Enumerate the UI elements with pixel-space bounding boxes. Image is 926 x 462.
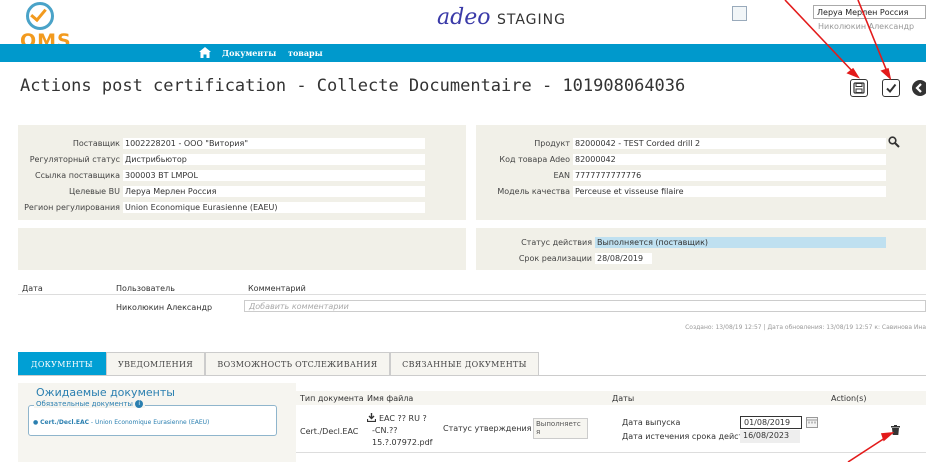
th-file-name: Имя файла: [367, 394, 414, 403]
approval-status: Выполняетс я: [533, 418, 588, 439]
product-value: 82000042 - TEST Corded drill 2: [573, 138, 886, 149]
trash-icon[interactable]: [891, 425, 900, 435]
regulatory-status-value: Дистрибьютор: [123, 154, 425, 165]
audit-line: Создано: 13/08/19 12:57 | Дата обновлени…: [685, 324, 926, 331]
row-divider: [296, 452, 926, 453]
th-actions: Action(s): [831, 394, 867, 403]
mandatory-docs-legend: Обязательные документы i: [34, 400, 146, 408]
page-title: Actions post certification - Collecte Do…: [20, 76, 686, 96]
mandatory-docs-label: Обязательные документы: [36, 400, 133, 408]
expiry-date-label: Дата истечения срока действия: [622, 432, 758, 441]
search-icon[interactable]: [888, 136, 900, 148]
ean-label: EAN: [553, 171, 570, 180]
comment-input[interactable]: Добавить комментарии: [244, 300, 926, 312]
validate-button[interactable]: [882, 79, 900, 97]
annotation-arrow-3: [847, 431, 895, 462]
check-icon: [886, 83, 897, 94]
doc-region: - Union Economique Eurasienne (EAEU): [89, 419, 210, 426]
deadline-value: 28/08/2019: [595, 253, 652, 264]
adeo-code-label: Код товара Adeo: [499, 155, 570, 164]
approval-status-line-1: Выполняетс: [536, 420, 581, 428]
target-bu-value: Леруа Мерлен Россия: [123, 186, 425, 197]
tab-notifications[interactable]: УВЕДОМЛЕНИЯ: [106, 352, 205, 375]
regulation-region-value: Union Economique Eurasienne (EAEU): [123, 202, 425, 213]
file-name-line-2[interactable]: -CN.??: [372, 426, 398, 435]
top-navbar: [0, 44, 926, 62]
target-bu-label: Целевые BU: [68, 187, 120, 196]
supplier-ref-value: 300003 BT LMPOL: [123, 170, 425, 181]
col-user: Пользователь: [116, 284, 175, 293]
approval-label: Статус утверждения: [443, 424, 532, 433]
th-dates: Даты: [612, 394, 635, 403]
ean-value: 7777777777776: [573, 170, 886, 181]
adeo-logo: adeo: [437, 5, 491, 30]
bu-select[interactable]: Леруа Мерлен Россия: [813, 5, 926, 19]
expiry-date-value: 16/08/2023: [740, 430, 800, 443]
row-doc-type: Cert./Decl.EAC: [300, 427, 359, 436]
expected-docs-title: Ожидаемые документы: [36, 386, 175, 399]
tab-documents[interactable]: ДОКУМЕНТЫ: [18, 352, 106, 375]
environment-label: STAGING: [497, 12, 566, 28]
empty-panel: [18, 228, 466, 270]
download-icon[interactable]: [367, 413, 376, 422]
comments-divider: [18, 294, 926, 295]
user-name: Николюкин Александр: [818, 22, 915, 31]
col-date: Дата: [22, 284, 43, 293]
deadline-label: Срок реализации: [518, 254, 592, 263]
action-status-value: Выполняется (поставщик): [595, 237, 886, 248]
supplier-ref-label: Ссылка поставщика: [35, 171, 120, 180]
quality-model-label: Модель качества: [497, 187, 570, 196]
tabs-divider: [18, 375, 926, 376]
supplier-value: 1002228201 - ООО "Витория": [123, 138, 425, 149]
supplier-label: Поставщик: [72, 139, 120, 148]
nav-products[interactable]: товары: [288, 48, 323, 58]
home-icon[interactable]: [199, 47, 211, 58]
file-name-line-1[interactable]: EAC ?? RU ?: [379, 414, 427, 423]
th-doc-type: Тип документа: [300, 394, 364, 403]
back-arrow-icon[interactable]: [912, 80, 926, 96]
issue-date-label: Дата выпуска: [622, 418, 681, 427]
tab-related-documents[interactable]: СВЯЗАННЫЕ ДОКУМЕНТЫ: [390, 352, 539, 375]
regulatory-status-label: Регуляторный статус: [29, 155, 120, 164]
approval-status-line-2: я: [536, 428, 541, 436]
nav-documents[interactable]: Документы: [222, 48, 276, 58]
product-label: Продукт: [534, 139, 570, 148]
col-comment: Комментарий: [248, 284, 306, 293]
status-panel: [476, 228, 926, 270]
adeo-code-value: 82000042: [573, 154, 886, 165]
save-button[interactable]: [850, 79, 868, 97]
issue-date-input[interactable]: 01/08/2019: [740, 416, 802, 429]
regulation-region-label: Регион регулирования: [24, 203, 120, 212]
quality-model-value: Perceuse et visseuse filaire: [573, 186, 886, 197]
save-icon: [853, 82, 865, 94]
mandatory-doc-item[interactable]: ● Cert./Decl.EAC - Union Economique Eura…: [33, 419, 209, 426]
action-status-label: Статус действия: [521, 238, 592, 247]
doc-type-name: Cert./Decl.EAC: [40, 419, 90, 426]
tab-traceability[interactable]: ВОЗМОЖНОСТЬ ОТСЛЕЖИВАНИЯ: [205, 352, 390, 375]
calendar-icon[interactable]: [806, 417, 818, 428]
info-icon[interactable]: i: [135, 400, 144, 408]
broken-image-icon: [732, 6, 747, 21]
comment-user: Николюкин Александр: [116, 303, 213, 312]
file-name-line-3[interactable]: 15.?.07972.pdf: [372, 438, 432, 447]
